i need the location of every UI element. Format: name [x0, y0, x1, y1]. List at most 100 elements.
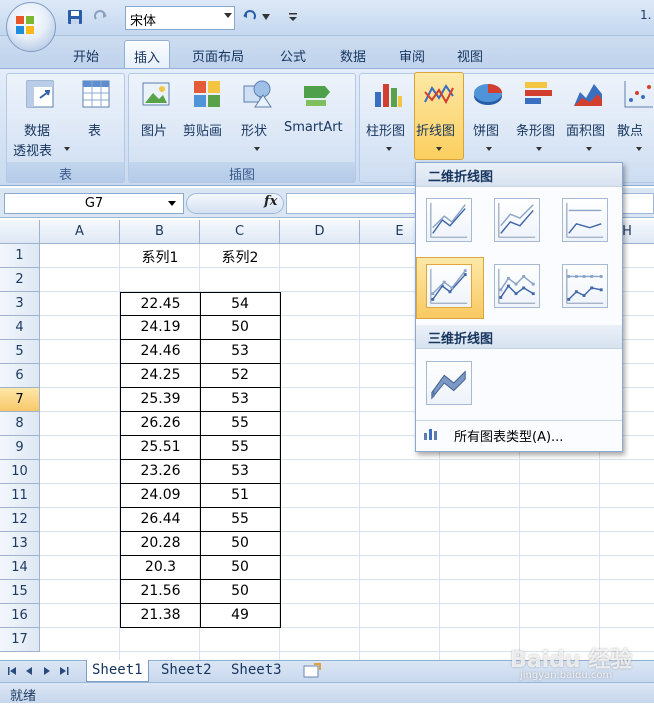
data-cell-series1[interactable]: 21.38	[120, 604, 201, 628]
data-cell-series1[interactable]: 24.25	[120, 364, 201, 388]
chevron-down-icon[interactable]	[262, 14, 270, 20]
data-cell-series1[interactable]: 24.19	[120, 316, 201, 340]
picture-icon[interactable]	[140, 78, 172, 110]
data-cell-series1[interactable]: 24.09	[120, 484, 201, 508]
data-cell-series1[interactable]: 26.26	[120, 412, 201, 436]
insert-function-icon[interactable]: fx	[264, 194, 277, 209]
pivot-table-icon[interactable]	[24, 78, 56, 110]
data-cell-series2[interactable]: 50	[200, 532, 281, 556]
row-header[interactable]: 13	[0, 532, 40, 556]
data-cell-series1[interactable]: 22.45	[120, 292, 201, 316]
row-header[interactable]: 5	[0, 340, 40, 364]
data-cell-series2[interactable]: 50	[200, 580, 281, 604]
tab-formulas[interactable]: 公式	[271, 40, 315, 68]
chevron-down-icon[interactable]	[436, 147, 442, 151]
chevron-down-icon[interactable]	[386, 147, 392, 151]
smartart-icon[interactable]	[301, 78, 333, 110]
data-cell-series2[interactable]: 53	[200, 388, 281, 412]
cell-c1[interactable]: 系列2	[200, 244, 280, 268]
font-name-input[interactable]: 宋体	[125, 6, 235, 30]
column-chart-label[interactable]: 柱形图	[366, 120, 405, 139]
redo-icon[interactable]	[92, 8, 110, 26]
data-cell-series1[interactable]: 25.51	[120, 436, 201, 460]
insert-sheet-icon[interactable]	[302, 663, 322, 679]
tab-home[interactable]: 开始	[64, 40, 108, 68]
row-header[interactable]: 17	[0, 628, 40, 652]
data-cell-series2[interactable]: 53	[200, 340, 281, 364]
row-header[interactable]: 4	[0, 316, 40, 340]
chevron-down-icon[interactable]	[536, 147, 542, 151]
chevron-down-icon[interactable]	[486, 147, 492, 151]
chevron-down-icon[interactable]	[224, 13, 232, 18]
column-header-b[interactable]: B	[120, 220, 200, 244]
data-cell-series2[interactable]: 51	[200, 484, 281, 508]
data-cell-series2[interactable]: 50	[200, 316, 281, 340]
table-button-label[interactable]: 表	[88, 120, 101, 139]
row-header[interactable]: 6	[0, 364, 40, 388]
row-header[interactable]: 16	[0, 604, 40, 628]
chevron-down-icon[interactable]	[64, 147, 70, 151]
data-cell-series2[interactable]: 55	[200, 508, 281, 532]
tab-insert[interactable]: 插入	[124, 40, 171, 68]
sheet-tab-sheet1[interactable]: Sheet1	[86, 660, 149, 682]
100-stacked-line-thumb-icon[interactable]	[562, 198, 608, 242]
line-thumb-icon[interactable]	[426, 198, 472, 242]
row-header[interactable]: 8	[0, 412, 40, 436]
line-chart-icon[interactable]	[423, 78, 455, 110]
chevron-down-icon[interactable]	[168, 201, 176, 206]
data-cell-series1[interactable]: 21.56	[120, 580, 201, 604]
select-all-corner[interactable]	[0, 220, 40, 244]
row-header[interactable]: 10	[0, 460, 40, 484]
data-cell-series2[interactable]: 55	[200, 436, 281, 460]
column-header-c[interactable]: C	[200, 220, 280, 244]
sheet-navigation-icon[interactable]	[6, 665, 76, 677]
pie-chart-icon[interactable]	[472, 78, 504, 110]
row-header[interactable]: 12	[0, 508, 40, 532]
tab-data[interactable]: 数据	[331, 40, 375, 68]
column-header-a[interactable]: A	[40, 220, 120, 244]
line-with-markers-thumb-icon[interactable]	[426, 264, 472, 308]
row-header[interactable]: 11	[0, 484, 40, 508]
data-cell-series1[interactable]: 23.26	[120, 460, 201, 484]
data-cell-series2[interactable]: 52	[200, 364, 281, 388]
data-cell-series2[interactable]: 53	[200, 460, 281, 484]
shapes-button-label[interactable]: 形状	[241, 120, 267, 139]
data-cell-series2[interactable]: 54	[200, 292, 281, 316]
bar-chart-label[interactable]: 条形图	[516, 120, 555, 139]
save-icon[interactable]	[66, 8, 84, 26]
row-header[interactable]: 15	[0, 580, 40, 604]
row-header[interactable]: 7	[0, 388, 40, 412]
scatter-chart-icon[interactable]	[622, 78, 654, 110]
tab-view[interactable]: 视图	[448, 40, 492, 68]
sheet-tab-sheet2[interactable]: Sheet2	[156, 660, 217, 682]
area-chart-label[interactable]: 面积图	[566, 120, 605, 139]
chevron-down-icon[interactable]	[254, 147, 260, 151]
column-header-d[interactable]: D	[280, 220, 360, 244]
area-chart-icon[interactable]	[572, 78, 604, 110]
clip-art-icon[interactable]	[191, 78, 223, 110]
tab-review[interactable]: 审阅	[390, 40, 434, 68]
data-cell-series1[interactable]: 24.46	[120, 340, 201, 364]
data-cell-series2[interactable]: 49	[200, 604, 281, 628]
chevron-down-icon[interactable]	[586, 147, 592, 151]
customize-qat-icon[interactable]	[288, 12, 298, 22]
data-cell-series2[interactable]: 55	[200, 412, 281, 436]
line-3d-thumb-icon[interactable]	[426, 361, 472, 405]
smartart-button-label[interactable]: SmartArt	[284, 120, 343, 135]
scatter-chart-label[interactable]: 散点	[617, 120, 643, 139]
pie-chart-label[interactable]: 饼图	[473, 120, 499, 139]
data-cell-series1[interactable]: 25.39	[120, 388, 201, 412]
row-header[interactable]: 1	[0, 244, 40, 268]
name-box[interactable]: G7	[4, 193, 184, 214]
100-stacked-line-markers-thumb-icon[interactable]	[562, 264, 608, 308]
line-chart-label[interactable]: 折线图	[416, 120, 455, 139]
data-cell-series1[interactable]: 26.44	[120, 508, 201, 532]
tab-page-layout[interactable]: 页面布局	[183, 40, 253, 68]
row-header[interactable]: 9	[0, 436, 40, 460]
column-chart-icon[interactable]	[372, 78, 404, 110]
row-header[interactable]: 3	[0, 292, 40, 316]
all-chart-types-label[interactable]: 所有图表类型(A)...	[454, 426, 563, 445]
sheet-tab-sheet3[interactable]: Sheet3	[226, 660, 287, 682]
table-icon[interactable]	[80, 78, 112, 110]
data-cell-series1[interactable]: 20.3	[120, 556, 201, 580]
